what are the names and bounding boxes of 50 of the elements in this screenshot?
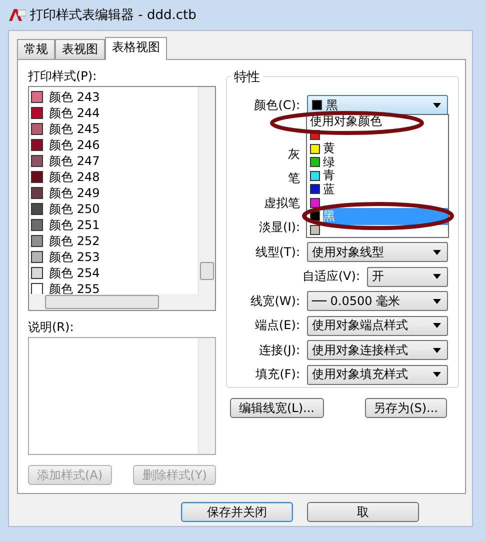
field-label: 颜色(C): [254, 98, 300, 112]
description-label: 说明(R): [28, 319, 75, 335]
field-label: 填充(F): [256, 367, 300, 381]
tab[interactable]: 表视图 [55, 39, 105, 59]
horizontal-scrollbar[interactable] [29, 294, 215, 310]
list-item[interactable]: 颜色 250 [29, 201, 198, 217]
tab[interactable]: 常规 [17, 39, 55, 59]
footer-button[interactable]: 取 [307, 502, 419, 522]
list-item[interactable]: 颜色 245 [29, 121, 198, 137]
group-title: 特性 [231, 68, 263, 86]
list-item[interactable]: 颜色 251 [29, 217, 198, 233]
field-label: 淡显(I): [259, 220, 300, 234]
dropdown[interactable]: 开 [367, 266, 448, 286]
list-item[interactable]: 颜色 249 [29, 185, 198, 201]
tab[interactable]: 表格视图 [105, 37, 167, 60]
dropdown[interactable]: 使用对象连接样式 [307, 340, 448, 360]
list-item[interactable]: 颜色 243 [29, 89, 198, 105]
list-label: 打印样式(P): [28, 68, 98, 84]
field-label: 线宽(W): [250, 294, 300, 308]
property-button[interactable]: 另存为(S)... [364, 398, 447, 418]
footer-button[interactable]: 保存并关闭 [181, 502, 293, 522]
list-item[interactable]: 颜色 247 [29, 153, 198, 169]
field-label: 自适应(V): [302, 269, 360, 283]
dropdown-option[interactable]: 蓝 [307, 182, 448, 196]
dropdown-option[interactable]: 使用对象颜色 [307, 115, 448, 128]
list-item[interactable]: 颜色 248 [29, 169, 198, 185]
description-field[interactable] [28, 337, 216, 455]
list-item[interactable]: 颜色 252 [29, 233, 198, 249]
property-button[interactable]: 编辑线宽(L)... [230, 398, 324, 418]
vertical-scrollbar[interactable] [198, 87, 215, 294]
dropdown-option[interactable]: 黄 [307, 142, 448, 156]
list-item[interactable]: 颜色 246 [29, 137, 198, 153]
field-label: 虚拟笔 [264, 196, 300, 210]
field-label: 笔 [288, 171, 300, 185]
dropdown[interactable]: 使用对象端点样式 [307, 316, 448, 336]
list-item[interactable]: 颜色 244 [29, 105, 198, 121]
dropdown[interactable]: 使用对象线型 [307, 242, 448, 262]
window-title: 打印样式表编辑器 - ddd.ctb [30, 7, 196, 24]
dropdown[interactable]: ── 0.0500 毫米 [307, 291, 448, 311]
app-icon [8, 7, 26, 23]
field-label: 连接(J): [259, 342, 300, 356]
list-item[interactable]: 颜色 253 [29, 249, 198, 265]
list-item[interactable]: 颜色 254 [29, 265, 198, 281]
dropdown-option[interactable]: 绿 [307, 156, 448, 169]
dropdown[interactable]: 使用对象填充样式 [307, 364, 448, 384]
field-label: 端点(E): [255, 318, 300, 332]
list-item[interactable]: 颜色 255 [29, 281, 198, 297]
dropdown-option[interactable]: 青 [307, 169, 448, 182]
field-label: 灰 [288, 146, 300, 160]
field-label: 线型(T): [255, 244, 300, 258]
